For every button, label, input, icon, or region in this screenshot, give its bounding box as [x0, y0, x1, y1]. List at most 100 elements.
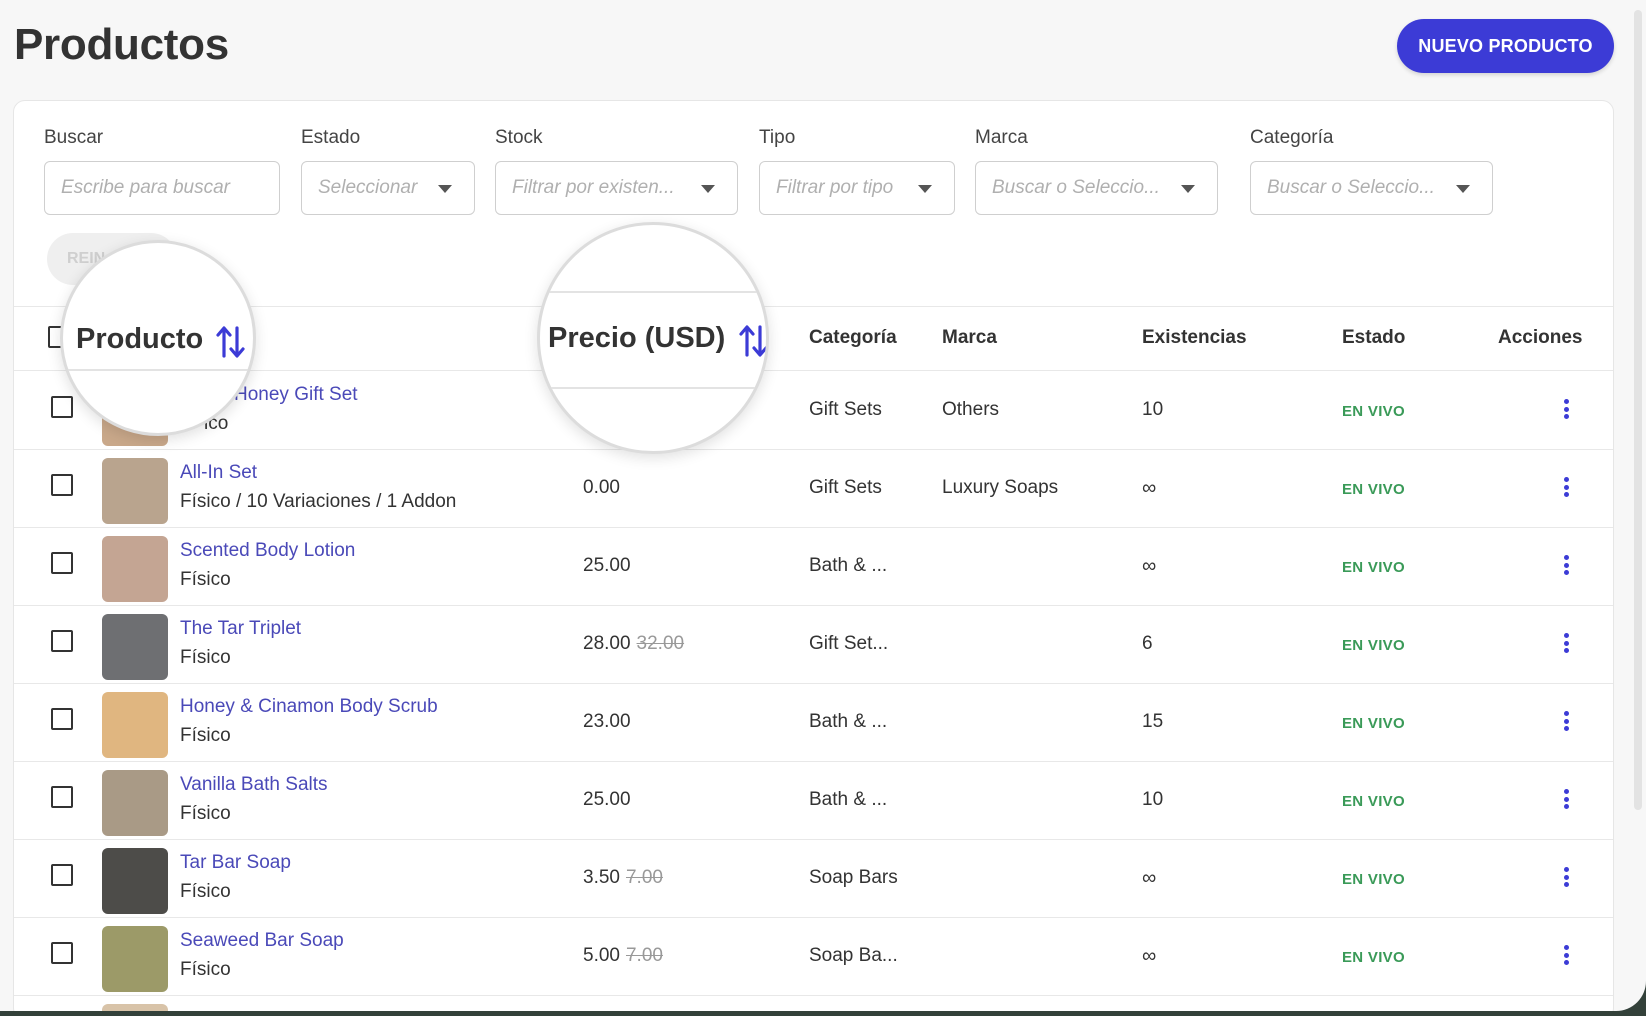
row-checkbox[interactable] — [51, 474, 73, 496]
stock-select[interactable]: Filtrar por existen... — [495, 161, 738, 215]
status-select[interactable]: Seleccionar — [301, 161, 475, 215]
kebab-menu-icon[interactable] — [1564, 399, 1570, 419]
filter-type: Tipo Filtrar por tipo — [759, 127, 955, 215]
filter-status: Estado Seleccionar — [301, 127, 475, 215]
table-row[interactable]: The Tar Triplet Físico 28.00 32.00 Gift S… — [14, 606, 1613, 684]
product-category: Gift Set... — [809, 633, 889, 654]
page-title: Productos — [14, 20, 229, 69]
kebab-menu-icon[interactable] — [1564, 555, 1570, 575]
type-select[interactable]: Filtrar por tipo — [759, 161, 955, 215]
chevron-down-icon — [701, 185, 715, 193]
filter-category: Categoría Buscar o Seleccio... — [1250, 127, 1493, 215]
filter-label: Estado — [301, 127, 361, 148]
table-row[interactable]: Vanilla Bath Salts Físico 25.00 Bath & .… — [14, 762, 1613, 840]
product-category: Bath & ... — [809, 711, 888, 732]
kebab-menu-icon[interactable] — [1564, 477, 1570, 497]
products-page: Productos NUEVO PRODUCTO Buscar Escribe … — [0, 0, 1646, 1011]
product-price: 25.00 — [583, 555, 631, 576]
product-stock: 10 — [1142, 789, 1164, 810]
category-select[interactable]: Buscar o Seleccio... — [1250, 161, 1493, 215]
product-name-link[interactable]: All-In Set — [180, 462, 257, 484]
product-thumbnail — [102, 458, 168, 524]
product-category: Bath & ... — [809, 555, 888, 576]
product-name-link[interactable]: Vanilla Bath Salts — [180, 774, 328, 796]
column-product[interactable]: Producto — [76, 323, 203, 356]
product-thumbnail — [102, 692, 168, 758]
product-thumbnail — [102, 1004, 168, 1011]
table-row[interactable]: Seaweed Bar Soap Físico 5.00 7.00 Soap Ba… — [14, 918, 1613, 996]
filter-label: Buscar — [44, 127, 104, 148]
row-checkbox[interactable] — [51, 786, 73, 808]
product-name-link[interactable]: Honey & Cinamon Body Scrub — [180, 696, 438, 718]
status-badge: EN VIVO — [1342, 403, 1405, 420]
sort-arrows-icon[interactable] — [738, 323, 769, 359]
table-row[interactable]: Honey & Cinamon Body Scrub Físico 23.00 … — [14, 684, 1613, 762]
magnifier-lens: Precio (USD) — [537, 222, 769, 454]
product-thumbnail — [102, 614, 168, 680]
kebab-menu-icon[interactable] — [1564, 789, 1570, 809]
brand-select[interactable]: Buscar o Seleccio... — [975, 161, 1218, 215]
current-price: 5.00 — [583, 945, 620, 966]
chevron-down-icon — [1181, 185, 1195, 193]
table-row[interactable]: Scented Body Lotion Físico 25.00 Bath & … — [14, 528, 1613, 606]
new-product-button[interactable]: NUEVO PRODUCTO — [1397, 19, 1614, 73]
product-name-link[interactable]: Seaweed Bar Soap — [180, 930, 344, 952]
product-category: Bath & ... — [809, 789, 888, 810]
product-brand: Others — [942, 399, 1000, 420]
product-stock: ∞ — [1142, 555, 1157, 577]
scrollbar[interactable] — [1634, 10, 1642, 810]
old-price: 7.00 — [625, 867, 663, 888]
row-checkbox[interactable] — [51, 864, 73, 886]
current-price: 28.00 — [583, 633, 631, 654]
product-type: Físico — [180, 569, 231, 590]
table-row[interactable]: Tar Bar Soap Físico 3.50 7.00 Soap Bars ∞… — [14, 840, 1613, 918]
table-row[interactable]: Honey Gift Set ico Gift Sets Others 10 E… — [14, 372, 1613, 450]
select-placeholder: Buscar o Seleccio... — [1267, 177, 1435, 198]
filter-stock: Stock Filtrar por existen... — [495, 127, 738, 215]
product-stock: 15 — [1142, 711, 1164, 732]
product-thumbnail — [102, 848, 168, 914]
product-name-link[interactable]: Scented Body Lotion — [180, 540, 355, 562]
column-brand[interactable]: Marca — [942, 327, 997, 349]
status-badge: EN VIVO — [1342, 871, 1405, 888]
product-price: 3.50 7.00 — [583, 867, 663, 889]
row-checkbox[interactable] — [51, 552, 73, 574]
old-price: 32.00 — [636, 633, 685, 654]
status-badge: EN VIVO — [1342, 637, 1405, 654]
old-price: 7.00 — [625, 945, 663, 966]
kebab-menu-icon[interactable] — [1564, 945, 1570, 965]
select-placeholder: Filtrar por tipo — [776, 177, 894, 198]
row-checkbox[interactable] — [51, 708, 73, 730]
product-price: 0.00 — [583, 477, 620, 498]
product-category: Soap Ba... — [809, 945, 898, 966]
sort-arrows-icon[interactable] — [215, 324, 247, 360]
product-type: Físico — [180, 959, 231, 980]
select-placeholder: Filtrar por existen... — [512, 177, 675, 198]
filter-label: Categoría — [1250, 127, 1334, 148]
kebab-menu-icon[interactable] — [1564, 633, 1570, 653]
row-checkbox[interactable] — [51, 396, 73, 418]
kebab-menu-icon[interactable] — [1564, 867, 1570, 887]
column-status: Estado — [1342, 327, 1406, 348]
kebab-menu-icon[interactable] — [1564, 711, 1570, 731]
column-stock[interactable]: Existencias — [1142, 327, 1247, 349]
row-checkbox[interactable] — [51, 630, 73, 652]
column-category[interactable]: Categoría — [809, 327, 897, 349]
select-placeholder: Buscar o Seleccio... — [992, 177, 1160, 198]
product-thumbnail — [102, 770, 168, 836]
product-stock: ∞ — [1142, 945, 1157, 967]
product-name-link[interactable]: The Tar Triplet — [180, 618, 301, 640]
row-checkbox[interactable] — [51, 942, 73, 964]
column-price[interactable]: Precio (USD) — [548, 322, 725, 355]
product-name-link[interactable]: Tar Bar Soap — [180, 852, 291, 874]
table-row[interactable]: All-In Set Físico / 10 Variaciones / 1 A… — [14, 450, 1613, 528]
product-stock: ∞ — [1142, 867, 1157, 889]
product-type: Físico — [180, 803, 231, 824]
search-input[interactable]: Escribe para buscar — [44, 161, 280, 215]
product-brand: Luxury Soaps — [942, 477, 1059, 498]
chevron-down-icon — [1456, 185, 1470, 193]
filter-search: Buscar Escribe para buscar — [44, 127, 280, 215]
product-name-link[interactable]: Honey Gift Set — [234, 384, 358, 406]
filter-label: Stock — [495, 127, 543, 148]
product-price: 23.00 — [583, 711, 631, 732]
